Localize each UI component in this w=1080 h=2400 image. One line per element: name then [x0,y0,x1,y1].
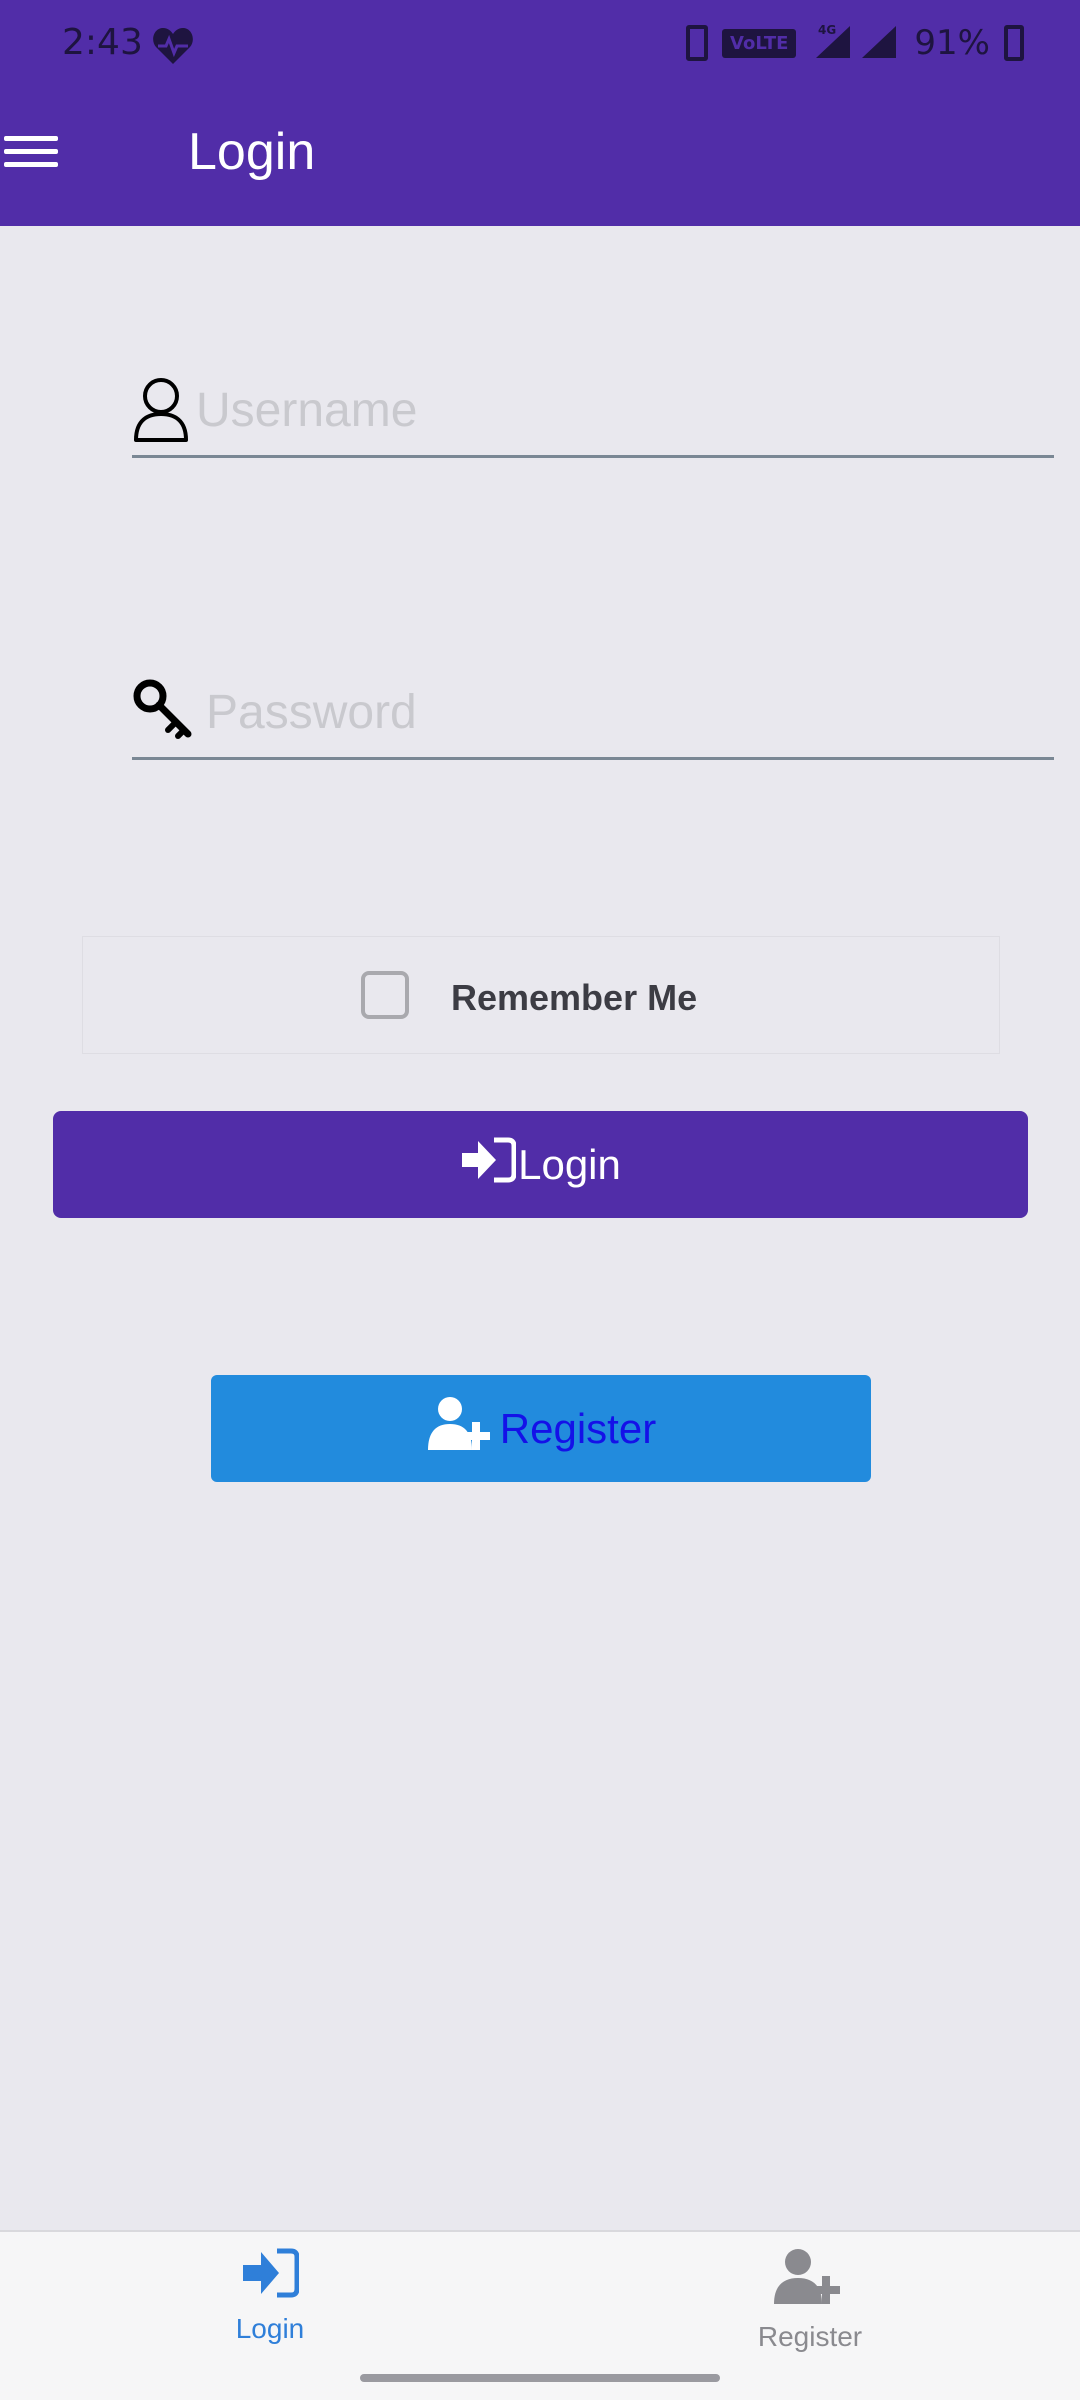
remember-me-checkbox[interactable] [361,971,409,1019]
register-button-label: Register [499,1404,657,1452]
phone-icon [686,25,709,61]
nav-item-login[interactable]: Login [120,2248,420,2378]
status-bar: 2:43 VoLTE 4G 91% [0,0,1080,92]
sign-in-icon [241,2248,300,2303]
remember-me-container: Remember Me [82,936,1000,1054]
battery-icon [1004,25,1024,61]
hamburger-menu-icon[interactable] [4,128,64,188]
password-field [132,664,1054,760]
register-button[interactable]: Register [211,1375,871,1482]
app-bar: Login [0,92,1080,226]
status-time: 2:43 [62,22,143,63]
signal-icon: 4G [810,22,900,64]
key-icon [132,678,194,745]
user-plus-icon [772,2248,848,2311]
remember-me-label: Remember Me [451,977,698,1018]
sign-in-icon [460,1137,517,1193]
nav-label-login: Login [235,2313,305,2344]
heart-icon [152,26,194,70]
page-title: Login [188,123,316,181]
nav-label-register: Register [757,2321,863,2352]
password-input[interactable] [206,680,1046,744]
username-input[interactable] [196,378,1046,442]
home-indicator[interactable] [360,2374,720,2382]
status-indicators: VoLTE 4G 91% [686,22,1024,64]
svg-text:4G: 4G [818,23,836,37]
volte-badge: VoLTE [722,28,797,58]
nav-item-register[interactable]: Register [660,2248,960,2378]
battery-percent: 91% [914,23,990,63]
login-button-label: Login [518,1140,621,1188]
user-plus-icon [426,1396,498,1462]
user-icon [132,376,190,449]
login-button[interactable]: Login [53,1111,1028,1218]
username-field [132,362,1054,458]
